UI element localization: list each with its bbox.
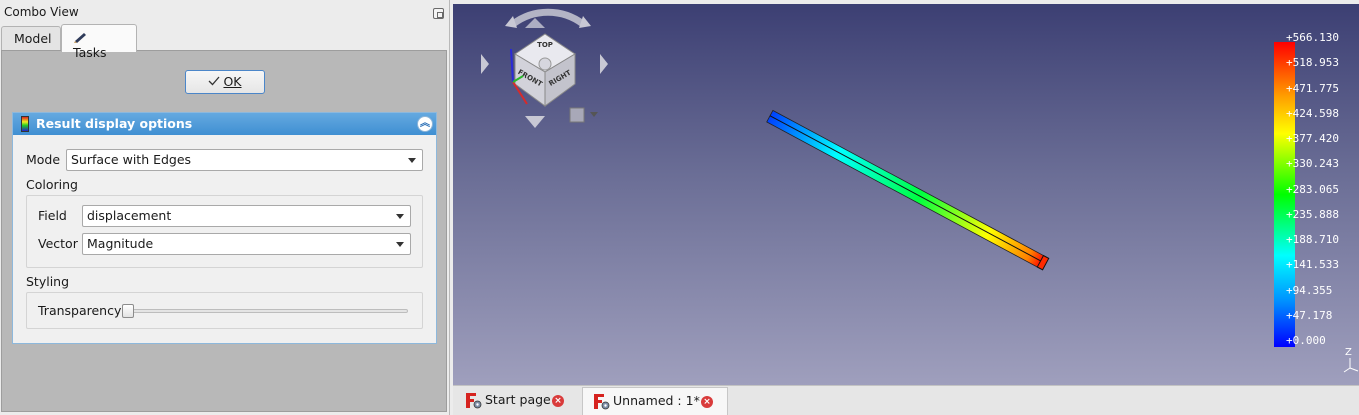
doc-tab-label: Unnamed : 1* xyxy=(613,393,700,408)
color-scale-label: +94.355 xyxy=(1286,283,1333,297)
vector-label: Vector xyxy=(38,236,78,251)
collapse-panel-icon[interactable]: ︽ xyxy=(417,116,433,132)
mode-value: Surface with Edges xyxy=(71,152,192,167)
field-select[interactable]: displacement xyxy=(82,205,411,227)
doc-tab-unnamed[interactable]: Unnamed : 1* × xyxy=(582,387,728,415)
doc-tab-start-page[interactable]: Start page × xyxy=(455,387,573,415)
color-scale-label: +47.178 xyxy=(1286,308,1333,322)
pencil-icon xyxy=(74,33,86,43)
transparency-slider-track[interactable] xyxy=(127,309,408,313)
document-tabs: Start page × Unnamed : 1* × xyxy=(453,385,1359,415)
color-scale-label: +0.000 xyxy=(1286,334,1326,347)
color-scale-label: +566.130 xyxy=(1286,31,1339,44)
chevron-down-icon xyxy=(396,242,404,247)
transparency-label: Transparency xyxy=(38,303,122,318)
color-scale-label: +330.243 xyxy=(1286,157,1339,171)
chevron-down-icon xyxy=(408,158,416,163)
result-legend-icon xyxy=(21,116,29,132)
float-panel-button[interactable] xyxy=(433,8,444,19)
freecad-icon xyxy=(466,393,482,409)
combo-tabs: Model Tasks xyxy=(0,24,447,60)
doc-tab-label: Start page xyxy=(485,392,551,407)
checkmark-icon xyxy=(209,76,220,86)
styling-label: Styling xyxy=(26,274,70,289)
color-scale-label: +424.598 xyxy=(1286,106,1339,120)
close-icon[interactable]: × xyxy=(552,395,564,407)
mode-select[interactable]: Surface with Edges xyxy=(66,149,423,171)
color-scale-label: +141.533 xyxy=(1286,258,1339,272)
color-scale-label: +188.710 xyxy=(1286,233,1339,246)
vector-value: Magnitude xyxy=(87,236,154,251)
tab-model-label: Model xyxy=(14,31,52,46)
combo-view-panel: Combo View Model Tasks OK Result display… xyxy=(0,0,450,415)
tab-model[interactable]: Model xyxy=(1,26,61,51)
axis-indicator: Z xyxy=(1343,347,1359,373)
color-scale-label: +471.775 xyxy=(1286,81,1339,95)
3d-viewport[interactable]: TOP FRONT RIGHT +566.130 +518.953 +471.7… xyxy=(453,4,1359,385)
color-scale-label: +518.953 xyxy=(1286,56,1339,70)
result-display-options-panel: Result display options ︽ Mode Surface wi… xyxy=(12,112,437,344)
panel-title: Result display options xyxy=(36,116,193,131)
field-label: Field xyxy=(38,208,67,223)
mode-label: Mode xyxy=(26,152,61,167)
close-icon[interactable]: × xyxy=(701,396,713,408)
styling-group: Transparency xyxy=(26,292,423,329)
freecad-icon xyxy=(594,394,610,410)
coloring-group: Field displacement Vector Magnitude xyxy=(26,195,423,268)
ok-button[interactable]: OK xyxy=(185,70,265,94)
panel-header: Result display options ︽ xyxy=(13,113,436,135)
coloring-label: Coloring xyxy=(26,177,78,192)
combo-view-title: Combo View xyxy=(4,5,79,19)
axis-z-label: Z xyxy=(1345,347,1352,358)
chevron-down-icon xyxy=(396,214,404,219)
transparency-slider-handle[interactable] xyxy=(122,304,134,318)
color-scale-label: +377.420 xyxy=(1286,132,1339,145)
color-scale-label: +235.888 xyxy=(1286,207,1339,221)
fem-beam-model[interactable] xyxy=(453,4,1359,385)
vector-select[interactable]: Magnitude xyxy=(82,233,411,255)
task-panel: OK Result display options ︽ Mode Surface… xyxy=(1,50,447,412)
tab-tasks[interactable]: Tasks xyxy=(61,24,137,60)
color-scale-label: +283.065 xyxy=(1286,182,1339,196)
field-value: displacement xyxy=(87,208,172,223)
tab-tasks-label: Tasks xyxy=(73,45,107,60)
ok-button-label: OK xyxy=(223,74,242,89)
